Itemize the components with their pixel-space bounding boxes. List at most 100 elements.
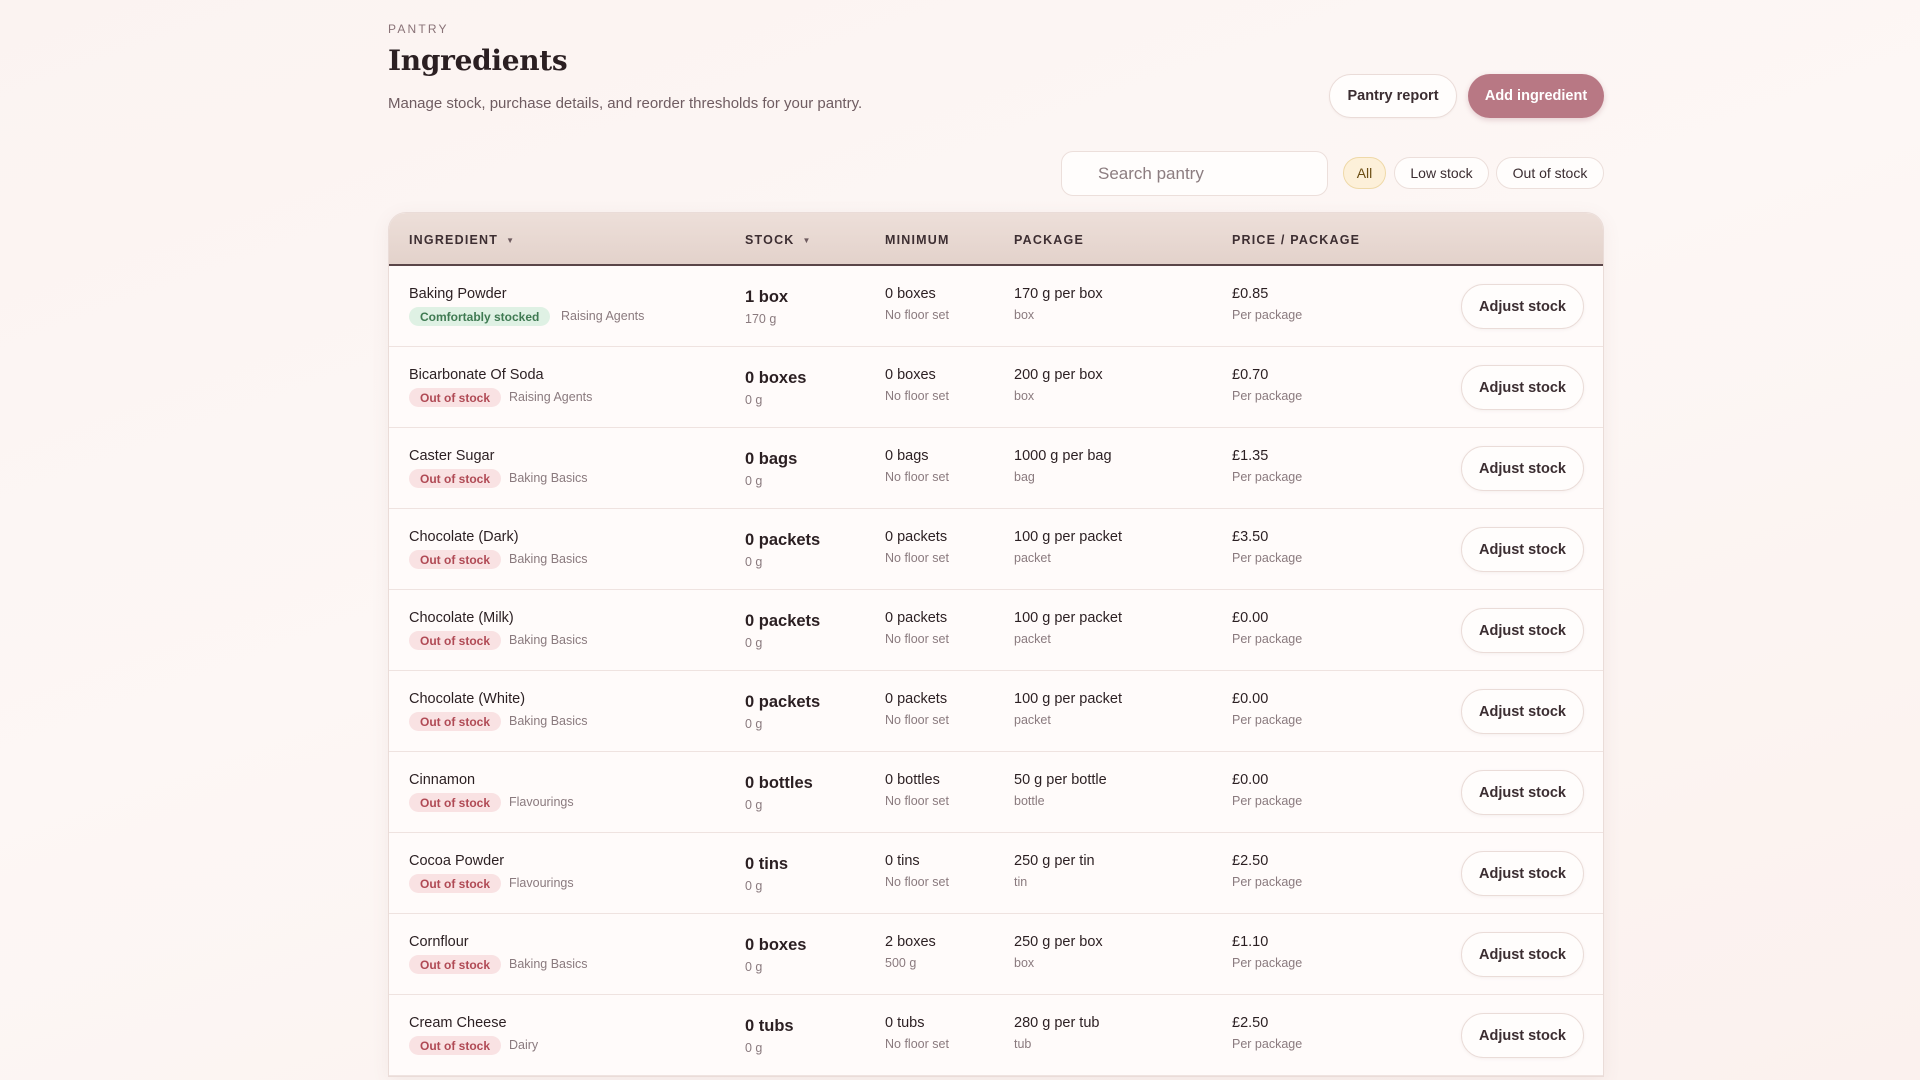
table-row: Baking Powder Comfortably stocked Raising … — [389, 266, 1603, 347]
minimum-sub: No floor set — [885, 713, 949, 727]
status-badge: Out of stock — [409, 469, 502, 488]
table-row: Cornflour Out of stock Baking Basics 0 boxe… — [389, 914, 1603, 995]
status-badge: Out of stock — [409, 1036, 502, 1055]
package-unit: box — [1014, 308, 1035, 322]
table-row: Cream Cheese Out of stock Dairy 0 tubs 0 g 0 … — [389, 995, 1603, 1076]
adjust-stock-button[interactable]: Adjust stock — [1461, 1013, 1584, 1058]
adjust-stock-button[interactable]: Adjust stock — [1461, 851, 1584, 896]
pantry-report-button[interactable]: Pantry report — [1329, 74, 1457, 118]
page-subtitle: Manage stock, purchase details, and reor… — [388, 95, 863, 112]
category-label: Raising Agents — [561, 309, 645, 323]
price-sub: Per package — [1232, 389, 1303, 403]
price-value: £1.10 — [1232, 934, 1269, 950]
minimum-sub: No floor set — [885, 1037, 949, 1051]
search-input[interactable]: Search pantry — [1061, 151, 1328, 196]
category-label: Baking Basics — [509, 957, 588, 971]
status-badge: Out of stock — [409, 388, 502, 407]
ingredient-name: Cornflour — [409, 934, 469, 950]
column-price-label: PRICE / PACKAGE — [1232, 233, 1361, 247]
ingredient-name: Baking Powder — [409, 286, 507, 302]
package-value: 100 g per packet — [1014, 691, 1123, 707]
package-value: 170 g per box — [1014, 286, 1103, 302]
stock-grams: 0 g — [745, 393, 763, 407]
ingredient-name: Cocoa Powder — [409, 853, 505, 869]
price-value: £2.50 — [1232, 1015, 1269, 1031]
minimum-value: 0 packets — [885, 529, 948, 545]
adjust-stock-button[interactable]: Adjust stock — [1461, 770, 1584, 815]
ingredient-name: Bicarbonate Of Soda — [409, 367, 544, 383]
price-sub: Per package — [1232, 308, 1303, 322]
stock-value: 0 boxes — [745, 369, 807, 387]
table-body: Baking Powder Comfortably stocked Raising … — [389, 266, 1603, 1076]
stock-grams: 0 g — [745, 879, 763, 893]
minimum-value: 0 tins — [885, 853, 920, 869]
package-unit: packet — [1014, 713, 1051, 727]
filter-all[interactable]: All — [1343, 157, 1386, 189]
column-package-label: PACKAGE — [1014, 233, 1084, 247]
stock-grams: 0 g — [745, 555, 763, 569]
table-row: Chocolate (Dark) Out of stock Baking Basic… — [389, 509, 1603, 590]
table-row: Cocoa Powder Out of stock Flavourings 0 tin… — [389, 833, 1603, 914]
filter-low-stock[interactable]: Low stock — [1394, 157, 1489, 189]
column-stock[interactable]: STOCK ▼ — [745, 233, 812, 247]
minimum-sub: No floor set — [885, 551, 949, 565]
column-stock-label: STOCK — [745, 233, 795, 247]
column-minimum: MINIMUM — [885, 233, 950, 247]
package-unit: bottle — [1014, 794, 1045, 808]
table-row: Chocolate (White) Out of stock Baking Basi… — [389, 671, 1603, 752]
category-label: Flavourings — [509, 795, 574, 809]
stock-value: 0 tins — [745, 855, 789, 873]
ingredients-table: INGREDIENT ▼ STOCK ▼ MINIMUM PACKAGE PRI… — [388, 212, 1604, 1077]
package-value: 50 g per bottle — [1014, 772, 1107, 788]
ingredient-name: Cinnamon — [409, 772, 476, 788]
price-value: £2.50 — [1232, 853, 1269, 869]
minimum-sub: No floor set — [885, 389, 949, 403]
column-ingredient[interactable]: INGREDIENT ▼ — [409, 233, 515, 247]
add-ingredient-button[interactable]: Add ingredient — [1468, 74, 1604, 118]
adjust-stock-button[interactable]: Adjust stock — [1461, 527, 1584, 572]
stock-grams: 0 g — [745, 798, 763, 812]
table-row: Caster Sugar Out of stock Baking Basics 0 b… — [389, 428, 1603, 509]
minimum-value: 0 tubs — [885, 1015, 925, 1031]
adjust-stock-button[interactable]: Adjust stock — [1461, 689, 1584, 734]
price-value: £0.00 — [1232, 772, 1269, 788]
minimum-value: 0 boxes — [885, 367, 936, 383]
column-ingredient-label: INGREDIENT — [409, 233, 499, 247]
table-row: Chocolate (Milk) Out of stock Baking Basic… — [389, 590, 1603, 671]
price-sub: Per package — [1232, 1037, 1303, 1051]
column-package: PACKAGE — [1014, 233, 1084, 247]
ingredient-name: Chocolate (Milk) — [409, 610, 514, 626]
stock-value: 0 packets — [745, 693, 821, 711]
price-value: £0.00 — [1232, 691, 1269, 707]
adjust-stock-button[interactable]: Adjust stock — [1461, 284, 1584, 329]
package-value: 200 g per box — [1014, 367, 1103, 383]
minimum-sub: No floor set — [885, 794, 949, 808]
package-unit: box — [1014, 956, 1035, 970]
sort-down-icon: ▼ — [802, 235, 812, 245]
column-price: PRICE / PACKAGE — [1232, 233, 1360, 247]
adjust-stock-button[interactable]: Adjust stock — [1461, 446, 1584, 491]
status-badge: Out of stock — [409, 955, 502, 974]
adjust-stock-button[interactable]: Adjust stock — [1461, 608, 1584, 653]
price-sub: Per package — [1232, 794, 1303, 808]
package-value: 1000 g per bag — [1014, 448, 1112, 464]
price-sub: Per package — [1232, 956, 1303, 970]
stock-grams: 0 g — [745, 717, 763, 731]
stock-grams: 170 g — [745, 312, 777, 326]
price-sub: Per package — [1232, 551, 1303, 565]
package-value: 250 g per box — [1014, 934, 1103, 950]
adjust-stock-button[interactable]: Adjust stock — [1461, 932, 1584, 977]
minimum-value: 0 packets — [885, 691, 948, 707]
adjust-stock-button[interactable]: Adjust stock — [1461, 365, 1584, 410]
package-value: 100 g per packet — [1014, 529, 1123, 545]
sort-down-icon: ▼ — [506, 235, 516, 245]
category-label: Baking Basics — [509, 714, 588, 728]
stock-grams: 0 g — [745, 636, 763, 650]
table-row: Bicarbonate Of Soda Out of stock Raising A… — [389, 347, 1603, 428]
price-value: £0.85 — [1232, 286, 1269, 302]
minimum-value: 0 boxes — [885, 286, 936, 302]
category-label: Baking Basics — [509, 471, 588, 485]
price-value: £0.00 — [1232, 610, 1269, 626]
price-sub: Per package — [1232, 470, 1303, 484]
filter-out-of-stock[interactable]: Out of stock — [1496, 157, 1604, 189]
